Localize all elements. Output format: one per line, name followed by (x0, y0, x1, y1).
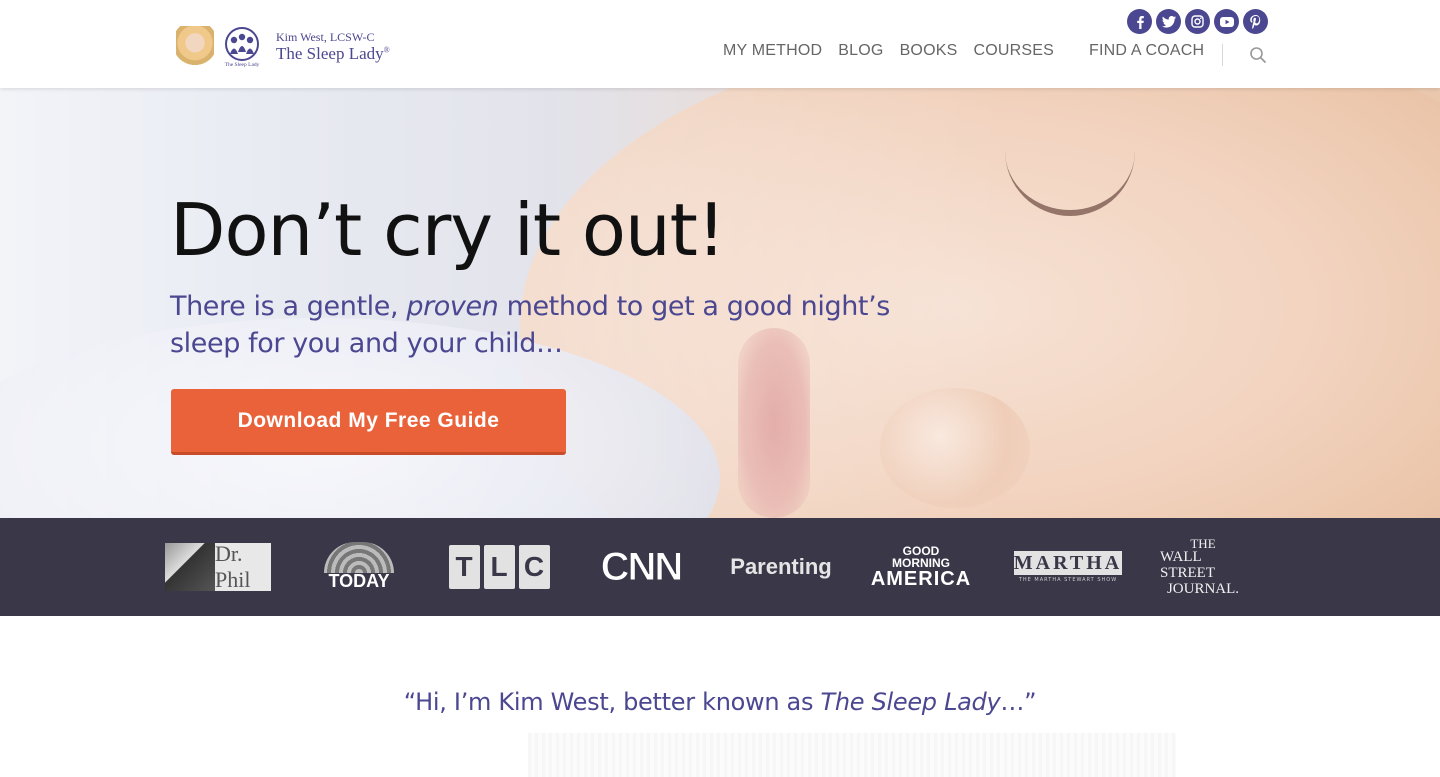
logo-mark-text: The Sleep Lady (225, 62, 260, 68)
social-links (1127, 9, 1268, 34)
hero-banner: Don’t cry it out! There is a gentle, pro… (0, 88, 1440, 518)
facebook-icon[interactable] (1127, 9, 1152, 34)
youtube-icon[interactable] (1214, 9, 1239, 34)
nav-find-a-coach[interactable]: FIND A COACH (1089, 42, 1204, 60)
intro-heading: “Hi, I’m Kim West, better known as The S… (403, 688, 1037, 716)
nav-blog[interactable]: BLOG (838, 42, 883, 60)
good-morning-america-logo: GOOD MORNING AMERICA (870, 544, 972, 590)
nav-divider (1222, 44, 1223, 66)
logo-subtitle: Kim West, LCSW-C (276, 29, 375, 44)
twitter-icon[interactable] (1156, 9, 1181, 34)
sleep-lady-logo-mark: The Sleep Lady (220, 26, 264, 68)
tlc-logo: T L C (448, 542, 550, 592)
intro-content-box (528, 733, 1176, 777)
today-show-logo: TODAY (318, 542, 400, 592)
download-guide-button[interactable]: Download My Free Guide (171, 389, 566, 455)
dr-phil-logo: Dr. Phil (165, 541, 271, 592)
hero-subtitle: There is a gentle, proven method to get … (170, 291, 890, 359)
nav-my-method[interactable]: MY METHOD (723, 42, 822, 60)
site-header: The Sleep Lady Kim West, LCSW-C The Slee… (0, 0, 1440, 88)
nav-books[interactable]: BOOKS (900, 42, 958, 60)
martha-stewart-logo: MARTHA THE MARTHA STEWART SHOW (1013, 551, 1123, 583)
kim-west-photo (176, 26, 214, 68)
nav-courses[interactable]: COURSES (973, 42, 1054, 60)
logo-title: The Sleep Lady® (276, 44, 390, 63)
cnn-logo: CNN (600, 544, 684, 589)
site-logo[interactable]: The Sleep Lady Kim West, LCSW-C The Slee… (176, 26, 390, 68)
press-logos-bar: Dr. Phil TODAY T L C CNN Parenting GOOD … (0, 518, 1440, 616)
main-nav: MY METHOD BLOG BOOKS COURSES FIND A COAC… (723, 42, 1204, 60)
instagram-icon[interactable] (1185, 9, 1210, 34)
hero-title: Don’t cry it out! (170, 188, 726, 272)
wall-street-journal-logo: THE WALL STREET JOURNAL. (1160, 535, 1240, 597)
search-icon[interactable] (1249, 46, 1267, 64)
parenting-logo: Parenting (730, 554, 832, 579)
pinterest-icon[interactable] (1243, 9, 1268, 34)
